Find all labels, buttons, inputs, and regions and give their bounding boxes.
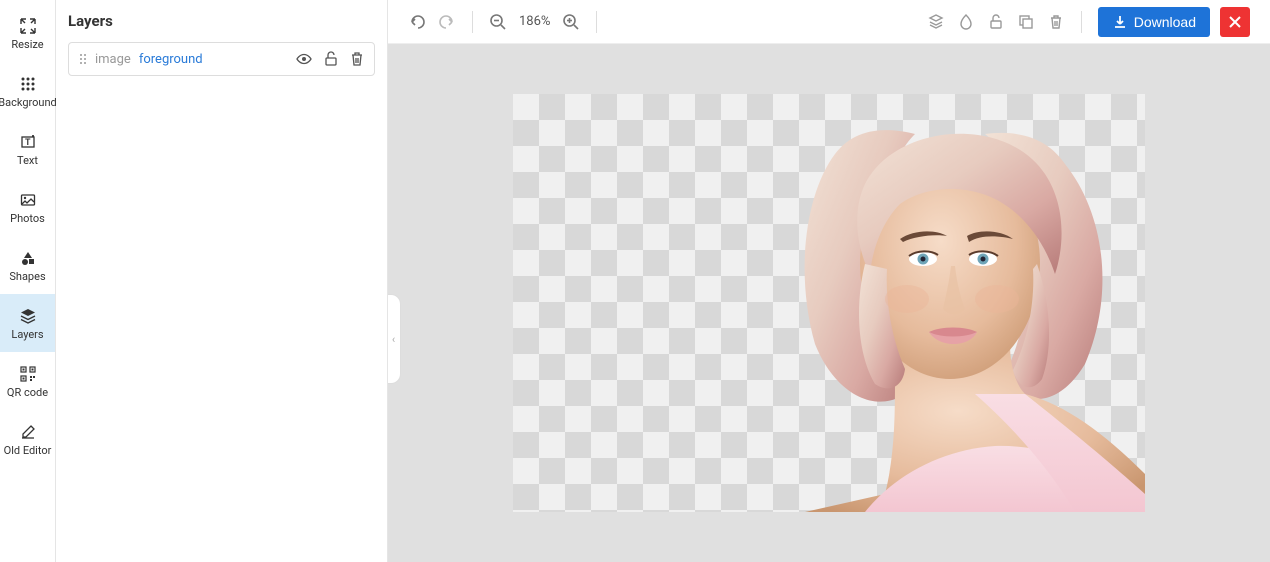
nav-label: Old Editor — [4, 444, 52, 457]
svg-text:T: T — [25, 138, 31, 148]
undo-icon[interactable] — [408, 13, 426, 31]
layers-panel: Layers image foreground — [56, 0, 388, 562]
duplicate-icon[interactable] — [1017, 13, 1035, 31]
nav-resize[interactable]: Resize — [0, 4, 55, 62]
panel-collapse-handle[interactable]: ‹ — [388, 294, 401, 384]
download-label: Download — [1134, 14, 1196, 30]
layer-actions — [296, 51, 364, 67]
photos-icon — [18, 190, 38, 210]
layer-item[interactable]: image foreground — [68, 42, 375, 76]
opacity-icon[interactable] — [957, 13, 975, 31]
lock-icon[interactable] — [324, 51, 338, 67]
nav-photos[interactable]: Photos — [0, 178, 55, 236]
panel-title: Layers — [68, 12, 375, 30]
download-button[interactable]: Download — [1098, 7, 1210, 37]
sidebar-nav: Resize Background T Text Photos Shapes L… — [0, 0, 56, 562]
separator — [596, 11, 597, 33]
zoom-out-icon[interactable] — [489, 13, 507, 31]
qrcode-icon — [18, 364, 38, 384]
redo-icon[interactable] — [438, 13, 456, 31]
canvas-viewport[interactable]: ‹ — [388, 44, 1270, 562]
nav-label: Photos — [10, 212, 45, 225]
drag-handle-icon[interactable] — [79, 53, 87, 65]
layers-icon — [18, 306, 38, 326]
nav-text[interactable]: T Text — [0, 120, 55, 178]
nav-shapes[interactable]: Shapes — [0, 236, 55, 294]
layers-tb-icon[interactable] — [927, 13, 945, 31]
nav-qrcode[interactable]: QR code — [0, 352, 55, 410]
nav-old-editor[interactable]: Old Editor — [0, 410, 55, 468]
shapes-icon — [18, 248, 38, 268]
close-icon — [1228, 15, 1242, 29]
visibility-icon[interactable] — [296, 51, 312, 67]
layer-type: image — [95, 52, 131, 67]
nav-label: Text — [17, 154, 38, 167]
nav-label: QR code — [7, 386, 48, 399]
background-icon — [18, 74, 38, 94]
zoom-group: 186% — [489, 13, 580, 31]
nav-label: Background — [0, 96, 57, 109]
delete-tb-icon[interactable] — [1047, 13, 1065, 31]
edit-icon — [18, 422, 38, 442]
zoom-label: 186% — [519, 14, 550, 29]
nav-background[interactable]: Background — [0, 62, 55, 120]
zoom-in-icon[interactable] — [562, 13, 580, 31]
separator — [472, 11, 473, 33]
nav-label: Resize — [11, 38, 43, 51]
layer-tools-group — [927, 13, 1065, 31]
nav-layers[interactable]: Layers — [0, 294, 55, 352]
resize-icon — [18, 16, 38, 36]
lock-tb-icon[interactable] — [987, 13, 1005, 31]
canvas-area: 186% Download — [388, 0, 1270, 562]
separator — [1081, 11, 1082, 33]
close-button[interactable] — [1220, 7, 1250, 37]
text-icon: T — [18, 132, 38, 152]
nav-label: Shapes — [9, 270, 45, 283]
nav-label: Layers — [11, 328, 43, 341]
download-icon — [1112, 14, 1128, 30]
canvas[interactable] — [513, 94, 1145, 512]
layer-name[interactable]: foreground — [139, 52, 288, 67]
history-group — [408, 13, 456, 31]
delete-icon[interactable] — [350, 51, 364, 67]
foreground-image[interactable] — [745, 94, 1145, 512]
toolbar: 186% Download — [388, 0, 1270, 44]
